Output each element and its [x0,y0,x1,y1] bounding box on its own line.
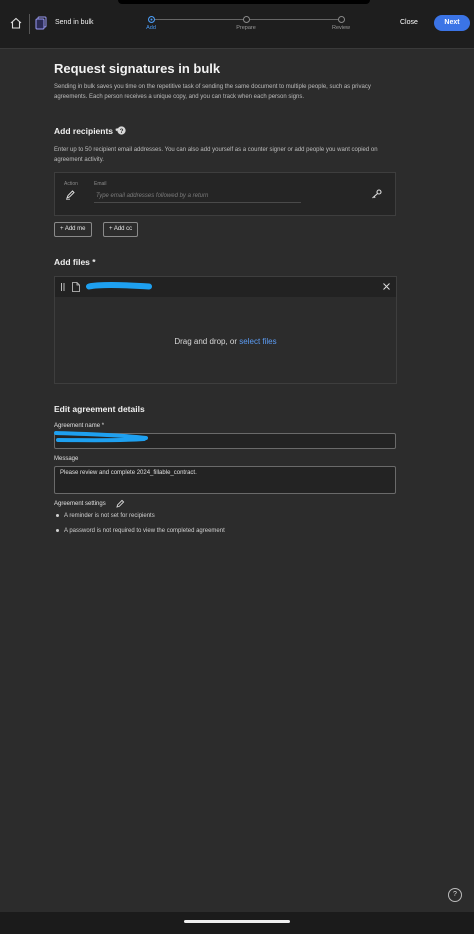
email-input[interactable]: Type email addresses followed by a retur… [94,190,301,203]
remove-file-icon[interactable] [383,283,390,290]
workflow-title: Send in bulk [55,19,94,26]
agreement-name-redaction [54,431,148,443]
setting-text: A reminder is not set for recipients [64,513,155,519]
help-icon[interactable]: ? [117,126,126,135]
file-row [55,277,396,297]
details-heading: Edit agreement details [54,404,145,414]
step-add[interactable]: Add [131,16,171,31]
document-stack-icon [35,16,47,30]
step-indicator [242,16,250,23]
recipients-heading: Add recipients * [54,126,119,136]
close-button[interactable]: Close [400,19,418,26]
help-button[interactable]: ? [448,888,462,902]
step-label: Review [331,25,351,31]
svg-text:?: ? [120,128,124,135]
step-label: Add [146,25,156,31]
add-me-button[interactable]: + Add me [54,222,92,237]
step-indicator [337,16,345,23]
bottom-bar [0,912,474,934]
agreement-settings-label: Agreement settings [54,501,106,507]
add-cc-button[interactable]: + Add cc [103,222,139,237]
bullet-dot [56,513,59,517]
page-intro: Sending in bulk saves you time on the re… [54,84,371,100]
select-files-link[interactable]: select files [239,337,276,346]
device-notch [118,0,370,4]
setting-item: A reminder is not set for recipients [56,513,155,519]
recipient-row: Action Email Type email addresses follow… [54,172,396,216]
step-indicator [147,16,155,23]
drag-handle-icon[interactable] [61,283,65,291]
file-icon [72,282,80,292]
action-label: Action [64,181,78,187]
email-label: Email [94,181,107,187]
home-icon[interactable] [9,16,23,30]
setting-text: A password is not required to view the c… [64,528,225,534]
top-bar: Send in bulk Add Prepare Review Close Ne… [0,0,474,49]
drop-instructions: Drag and drop, or select files [55,337,396,346]
header-divider [29,14,30,34]
files-heading: Add files * [54,257,96,267]
key-icon[interactable] [371,189,382,199]
signer-pen-icon[interactable] [65,189,76,200]
filename-redaction [86,282,152,290]
drop-text: Drag and drop, or [174,337,240,346]
message-label: Message [54,456,79,462]
page-title: Request signatures in bulk [54,61,221,76]
message-value: Please review and complete 2024_fillable… [60,470,197,476]
step-prepare[interactable]: Prepare [226,16,266,31]
message-textarea[interactable]: Please review and complete 2024_fillable… [54,466,396,494]
file-dropzone[interactable]: Drag and drop, or select files [54,276,397,384]
recipients-description: Enter up to 50 recipient email addresses… [54,147,378,163]
step-label: Prepare [236,25,256,31]
bullet-dot [56,528,59,532]
setting-item: A password is not required to view the c… [56,528,225,534]
home-indicator [184,920,290,923]
next-button[interactable]: Next [434,15,470,31]
step-review[interactable]: Review [321,16,361,31]
edit-pencil-icon[interactable] [116,499,125,508]
